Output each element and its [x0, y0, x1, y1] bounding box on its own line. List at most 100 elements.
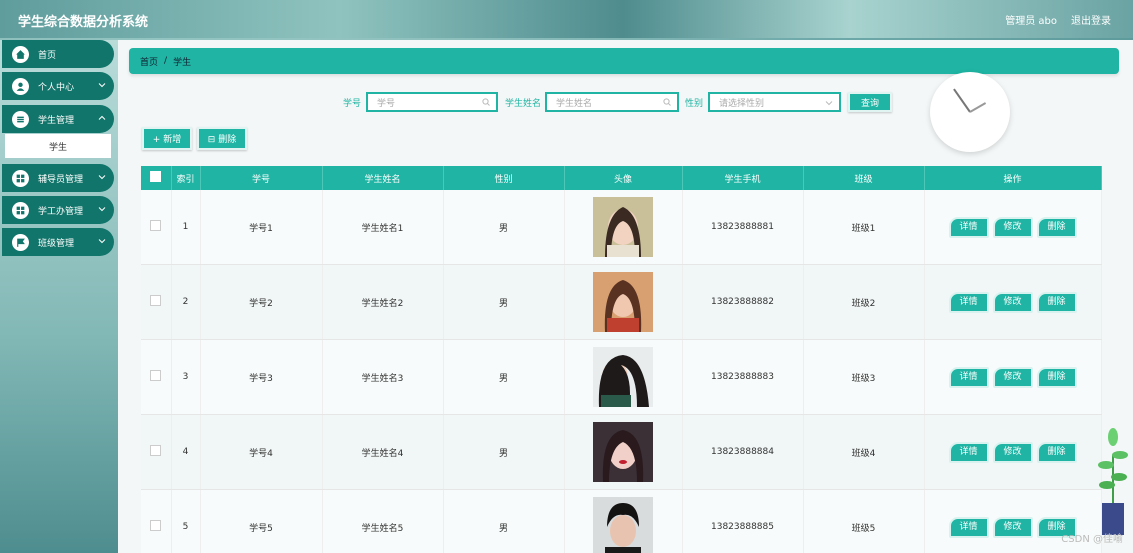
- delete-row-button[interactable]: 删除: [1036, 291, 1077, 313]
- search-icon: [663, 98, 671, 106]
- cell-actions: 详情 修改 删除: [924, 264, 1102, 340]
- detail-button[interactable]: 详情: [948, 366, 989, 388]
- query-button[interactable]: 查询: [848, 92, 892, 112]
- cell-actions: 详情 修改 删除: [924, 414, 1102, 490]
- col-index: 索引: [171, 166, 201, 190]
- topbar-user-area: 管理员 abo 退出登录: [1005, 12, 1111, 27]
- chevron-down-icon: [98, 175, 106, 180]
- sidebar-item-label: 辅导员管理: [38, 174, 84, 185]
- user-icon: [12, 77, 29, 95]
- cell-index: 1: [171, 190, 201, 265]
- list-icon: [12, 110, 29, 128]
- delete-row-button[interactable]: 删除: [1036, 441, 1077, 463]
- detail-button[interactable]: 详情: [948, 216, 989, 238]
- avatar-photo: [593, 497, 653, 553]
- add-button[interactable]: + 新增: [142, 127, 192, 150]
- detail-button[interactable]: 详情: [948, 291, 989, 313]
- col-class: 班级: [803, 166, 925, 190]
- cell-student-name: 学生姓名5: [322, 489, 444, 553]
- cell-class: 班级4: [803, 414, 925, 490]
- row-checkbox[interactable]: [141, 339, 172, 415]
- grid-icon: [12, 201, 29, 219]
- select-all-checkbox[interactable]: [141, 166, 172, 190]
- cell-student-name: 学生姓名1: [322, 190, 444, 265]
- gender-select[interactable]: 请选择性别: [708, 92, 841, 112]
- flag-icon: [12, 233, 29, 251]
- sidebar-subitem-student[interactable]: 学生: [5, 134, 111, 158]
- table-row: 1 学号1 学生姓名1 男 13823888881 班级1 详情 修改 删除: [141, 190, 1102, 265]
- cell-phone: 13823888884: [682, 414, 804, 490]
- row-checkbox[interactable]: [141, 190, 172, 265]
- edit-button[interactable]: 修改: [992, 516, 1033, 538]
- cell-gender: 男: [443, 339, 565, 415]
- row-checkbox[interactable]: [141, 489, 172, 553]
- edit-button[interactable]: 修改: [992, 216, 1033, 238]
- edit-button[interactable]: 修改: [992, 291, 1033, 313]
- table-row: 2 学号2 学生姓名2 男 13823888882 班级2 详情 修改 删除: [141, 264, 1102, 340]
- sidebar-item-classes[interactable]: 班级管理: [2, 228, 114, 256]
- delete-row-button[interactable]: 删除: [1036, 366, 1077, 388]
- cell-student-id: 学号5: [200, 489, 323, 553]
- sidebar-item-label: 个人中心: [38, 82, 75, 93]
- sidebar-item-office[interactable]: 学工办管理: [2, 196, 114, 224]
- chevron-down-icon: [98, 207, 106, 212]
- row-checkbox[interactable]: [141, 264, 172, 340]
- cell-gender: 男: [443, 489, 565, 553]
- detail-button[interactable]: 详情: [948, 516, 989, 538]
- top-bar: 学生综合数据分析系统 管理员 abo 退出登录: [0, 0, 1133, 38]
- sidebar-item-label: 学工办管理: [38, 206, 84, 217]
- table-row: 3 学号3 学生姓名3 男 13823888883 班级3 详情 修改 删除: [141, 339, 1102, 415]
- student-name-label: 学生姓名: [505, 99, 542, 109]
- cell-avatar: [564, 264, 683, 340]
- student-id-label: 学号: [343, 99, 362, 109]
- cell-student-id: 学号4: [200, 414, 323, 490]
- col-avatar: 头像: [564, 166, 683, 190]
- chevron-down-icon: [98, 239, 106, 244]
- table-header-row: 索引 学号 学生姓名 性别 头像 学生手机 班级 操作: [141, 166, 1102, 190]
- chevron-down-icon: [98, 83, 106, 88]
- logout-link[interactable]: 退出登录: [1071, 12, 1111, 27]
- cell-index: 5: [171, 489, 201, 553]
- breadcrumb-current: 学生: [173, 57, 192, 68]
- clock-widget: [930, 72, 1010, 152]
- cell-student-id: 学号3: [200, 339, 323, 415]
- sidebar-item-label: 班级管理: [38, 238, 75, 249]
- app-title: 学生综合数据分析系统: [18, 15, 149, 30]
- current-user[interactable]: 管理员 abo: [1005, 12, 1057, 27]
- cell-index: 3: [171, 339, 201, 415]
- student-id-input[interactable]: 学号: [366, 92, 498, 112]
- breadcrumb-home[interactable]: 首页: [140, 55, 158, 68]
- cell-phone: 13823888883: [682, 339, 804, 415]
- table-row: 4 学号4 学生姓名4 男 13823888884 班级4 详情 修改 删除: [141, 414, 1102, 490]
- main-content: 首页 / 学生 学号 学号 学生姓名 学生姓名 性别 请选择性别 查询 + 新增…: [118, 40, 1133, 553]
- avatar-photo: [593, 422, 653, 482]
- cell-actions: 详情 修改 删除: [924, 339, 1102, 415]
- plant-decoration: [1098, 428, 1128, 535]
- gender-placeholder: 请选择性别: [719, 98, 765, 109]
- cell-actions: 详情 修改 删除: [924, 190, 1102, 265]
- sidebar-item-counselors[interactable]: 辅导员管理: [2, 164, 114, 192]
- cell-class: 班级3: [803, 339, 925, 415]
- cell-gender: 男: [443, 190, 565, 265]
- col-student-name: 学生姓名: [322, 166, 444, 190]
- edit-button[interactable]: 修改: [992, 366, 1033, 388]
- sidebar-item-home[interactable]: 首页: [2, 40, 114, 68]
- search-icon: [482, 98, 490, 106]
- row-checkbox[interactable]: [141, 414, 172, 490]
- student-name-input[interactable]: 学生姓名: [545, 92, 679, 112]
- col-phone: 学生手机: [682, 166, 804, 190]
- delete-button[interactable]: ⊟ 删除: [197, 127, 247, 150]
- table-row: 5 学号5 学生姓名5 男 13823888885 班级5 详情 修改 删除: [141, 489, 1102, 553]
- delete-row-button[interactable]: 删除: [1036, 216, 1077, 238]
- cell-class: 班级2: [803, 264, 925, 340]
- sidebar-item-profile[interactable]: 个人中心: [2, 72, 114, 100]
- cell-student-name: 学生姓名3: [322, 339, 444, 415]
- avatar-photo: [593, 347, 653, 407]
- student-name-placeholder: 学生姓名: [556, 98, 593, 109]
- cell-phone: 13823888882: [682, 264, 804, 340]
- avatar-photo: [593, 197, 653, 257]
- detail-button[interactable]: 详情: [948, 441, 989, 463]
- cell-avatar: [564, 414, 683, 490]
- edit-button[interactable]: 修改: [992, 441, 1033, 463]
- sidebar-item-students[interactable]: 学生管理: [2, 105, 114, 133]
